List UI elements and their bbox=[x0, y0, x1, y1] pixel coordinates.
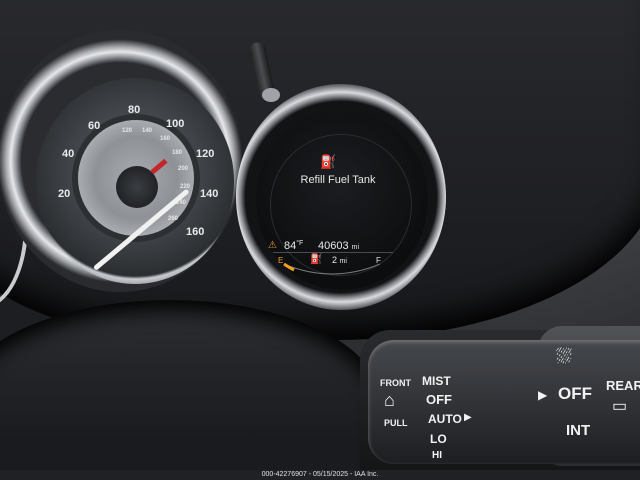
wiper-label: OFF bbox=[426, 392, 452, 407]
display-divider bbox=[273, 252, 393, 253]
wiper-label: OFF bbox=[558, 384, 592, 403]
kmh-tick: 200 bbox=[178, 166, 189, 172]
speed-tick: 160 bbox=[186, 226, 205, 238]
fuel-gauge-arc bbox=[283, 262, 381, 275]
washer-icon: ⌂ bbox=[384, 390, 395, 410]
wiper-label: REAR bbox=[606, 378, 640, 393]
arrow-right-icon: ▶ bbox=[538, 388, 548, 402]
kmh-tick: 260 bbox=[168, 216, 179, 222]
rear-wiper-icon: ▭ bbox=[612, 398, 628, 415]
alert-message: Refill Fuel Tank bbox=[300, 174, 376, 186]
speed-tick: 80 bbox=[128, 104, 141, 116]
outside-temp-unit: °F bbox=[296, 240, 304, 247]
kmh-tick: 120 bbox=[122, 128, 133, 134]
wiper-label: AUTO bbox=[428, 412, 462, 426]
wiper-label: PULL bbox=[384, 418, 408, 428]
speed-tick: 100 bbox=[166, 118, 185, 130]
wiper-label: FRONT bbox=[380, 378, 411, 388]
image-caption: 000-42276907 - 05/15/2025 - IAA Inc. bbox=[261, 471, 379, 478]
speed-tick: 40 bbox=[62, 148, 75, 160]
kmh-tick: 140 bbox=[142, 128, 153, 134]
speed-tick: 60 bbox=[88, 120, 101, 132]
speed-tick: 140 bbox=[200, 188, 219, 200]
dashboard-photo: 20 40 60 80 100 120 140 160 120 140 160 … bbox=[0, 0, 640, 480]
fuel-pump-icon: ⛽ bbox=[320, 154, 337, 169]
wiper-label: INT bbox=[566, 422, 591, 439]
odometer: 40603 mi bbox=[318, 240, 359, 252]
outside-temperature: 84°F bbox=[284, 240, 303, 252]
wiper-label: HI bbox=[432, 450, 442, 461]
wiper-label: MIST bbox=[422, 374, 451, 388]
wiper-label: LO bbox=[430, 432, 447, 446]
kmh-tick: 160 bbox=[160, 136, 171, 142]
kmh-tick: 180 bbox=[172, 150, 183, 156]
trip-reset-stalk-base bbox=[262, 88, 280, 102]
arrow-right-icon: ▶ bbox=[464, 412, 472, 423]
wiper-stalk bbox=[368, 340, 640, 464]
rear-washer-icon: ⛆ bbox=[556, 346, 572, 368]
warning-triangle-icon: ⚠ bbox=[268, 240, 277, 251]
outside-temp-value: 84 bbox=[284, 240, 297, 252]
speed-tick: 120 bbox=[196, 148, 215, 160]
speed-tick: 20 bbox=[58, 188, 71, 200]
odometer-unit: mi bbox=[351, 244, 360, 251]
odometer-value: 40603 bbox=[318, 240, 349, 252]
